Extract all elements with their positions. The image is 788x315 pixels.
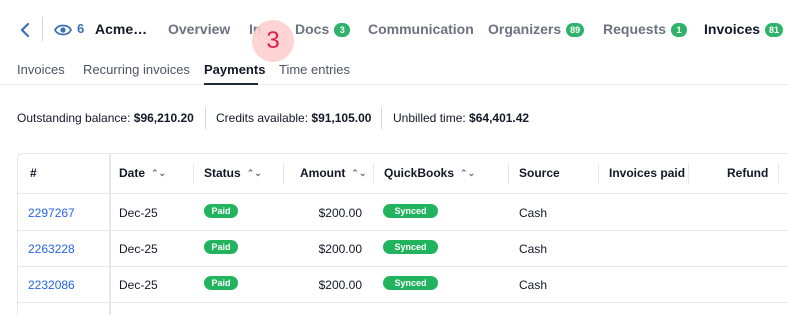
sort-icon: ⌃⌄ [460,168,476,178]
tab-overview[interactable]: Overview [168,21,230,37]
header-label: Amount [300,166,346,180]
column-divider [778,164,779,184]
sort-icon: ⌃⌄ [151,168,167,178]
tab-label: Invoices [704,21,761,37]
count-badge: 1 [671,23,688,37]
payment-date: Dec-25 [119,242,158,256]
quickbooks-badge: Synced [383,240,438,254]
tab-docs[interactable]: Docs 3 [295,21,351,37]
subtab-payments[interactable]: Payments [204,62,265,77]
count-badge: 89 [566,23,585,37]
tab-label: Requests [603,21,667,37]
payment-amount: $200.00 [318,206,362,220]
viewer-count: 6 [77,21,85,36]
status-badge: Paid [204,204,238,218]
column-divider [688,164,689,184]
tab-label: Overview [168,21,231,37]
unbilled-time: Unbilled time: $64,401.42 [393,111,529,125]
payment-id-link[interactable]: 2297267 [28,206,75,220]
back-chevron-icon[interactable] [18,21,34,39]
column-divider [373,164,374,184]
subtabs-divider [0,84,788,85]
tab-invoices[interactable]: Invoices 81 [704,21,784,37]
credits-label: Credits available: [216,111,309,125]
tab-requests[interactable]: Requests 1 [603,21,688,37]
payment-date: Dec-25 [119,206,158,220]
table-row[interactable]: 2297267 Dec-25 Paid $200.00 Synced Cash [18,195,788,231]
quickbooks-badge: Synced [383,276,438,290]
tab-organizers[interactable]: Organizers 89 [488,21,585,37]
column-divider [598,164,599,184]
top-nav: 6 Acme… Overview In Docs3 Communication … [0,0,788,58]
tab-label: Organizers [488,21,562,37]
header-date[interactable]: Date ⌃⌄ [119,166,166,180]
status-badge: Paid [204,276,238,290]
payment-source: Cash [519,206,548,220]
payment-amount: $200.00 [318,242,362,256]
count-badge: 81 [765,23,784,37]
header-source: Source [519,166,560,180]
summary-divider [205,107,206,129]
header-label: Status [204,166,241,180]
step-marker: 3 [252,20,294,62]
tab-label: Communication [368,21,474,37]
active-subtab-underline [204,83,258,85]
column-divider [283,164,284,184]
nav-divider [42,17,43,41]
payments-table: # Date ⌃⌄ Status ⌃⌄ Amount ⌃⌄ QuickBooks ⌃⌄ … [17,153,788,315]
quickbooks-badge: Synced [383,204,438,218]
column-divider [193,164,194,184]
outstanding-balance: Outstanding balance: $96,210.20 [17,111,194,125]
subtab-time-entries[interactable]: Time entries [279,62,350,77]
header-label: QuickBooks [384,166,455,180]
eye-icon[interactable] [53,22,73,38]
payment-source: Cash [519,278,548,292]
tab-label: Docs [295,21,330,37]
column-divider [508,164,509,184]
header-quickbooks[interactable]: QuickBooks ⌃⌄ [384,166,475,180]
header-number: # [30,166,37,180]
unbilled-label: Unbilled time: [393,111,466,125]
header-amount[interactable]: Amount ⌃⌄ [300,166,366,180]
payment-source: Cash [519,242,548,256]
payment-id-link[interactable]: 2232086 [28,278,75,292]
credits-value: $91,105.00 [311,111,372,125]
header-invoices-paid: Invoices paid [609,166,686,180]
payment-amount: $200.00 [318,278,362,292]
outstanding-label: Outstanding balance: [17,111,131,125]
status-badge: Paid [204,240,238,254]
table-row[interactable]: 2232086 Dec-25 Paid $200.00 Synced Cash [18,267,788,303]
header-refund: Refund [727,166,769,180]
subtab-recurring-invoices[interactable]: Recurring invoices [83,62,190,77]
payment-date: Dec-25 [119,278,158,292]
header-label: Date [119,166,146,180]
tab-communication[interactable]: Communication [368,21,474,37]
count-badge: 3 [334,23,351,37]
subtab-invoices[interactable]: Invoices [17,62,65,77]
sort-icon: ⌃⌄ [351,168,367,178]
outstanding-value: $96,210.20 [133,111,194,125]
table-header: # Date ⌃⌄ Status ⌃⌄ Amount ⌃⌄ QuickBooks ⌃⌄ … [18,154,788,194]
table-row[interactable]: 2263228 Dec-25 Paid $200.00 Synced Cash [18,231,788,267]
sort-icon: ⌃⌄ [246,168,262,178]
unbilled-value: $64,401.42 [469,111,530,125]
summary-divider [381,107,382,129]
payment-id-link[interactable]: 2263228 [28,242,75,256]
credits-available: Credits available: $91,105.00 [216,111,371,125]
client-name[interactable]: Acme… [95,21,147,37]
header-status[interactable]: Status ⌃⌄ [204,166,262,180]
